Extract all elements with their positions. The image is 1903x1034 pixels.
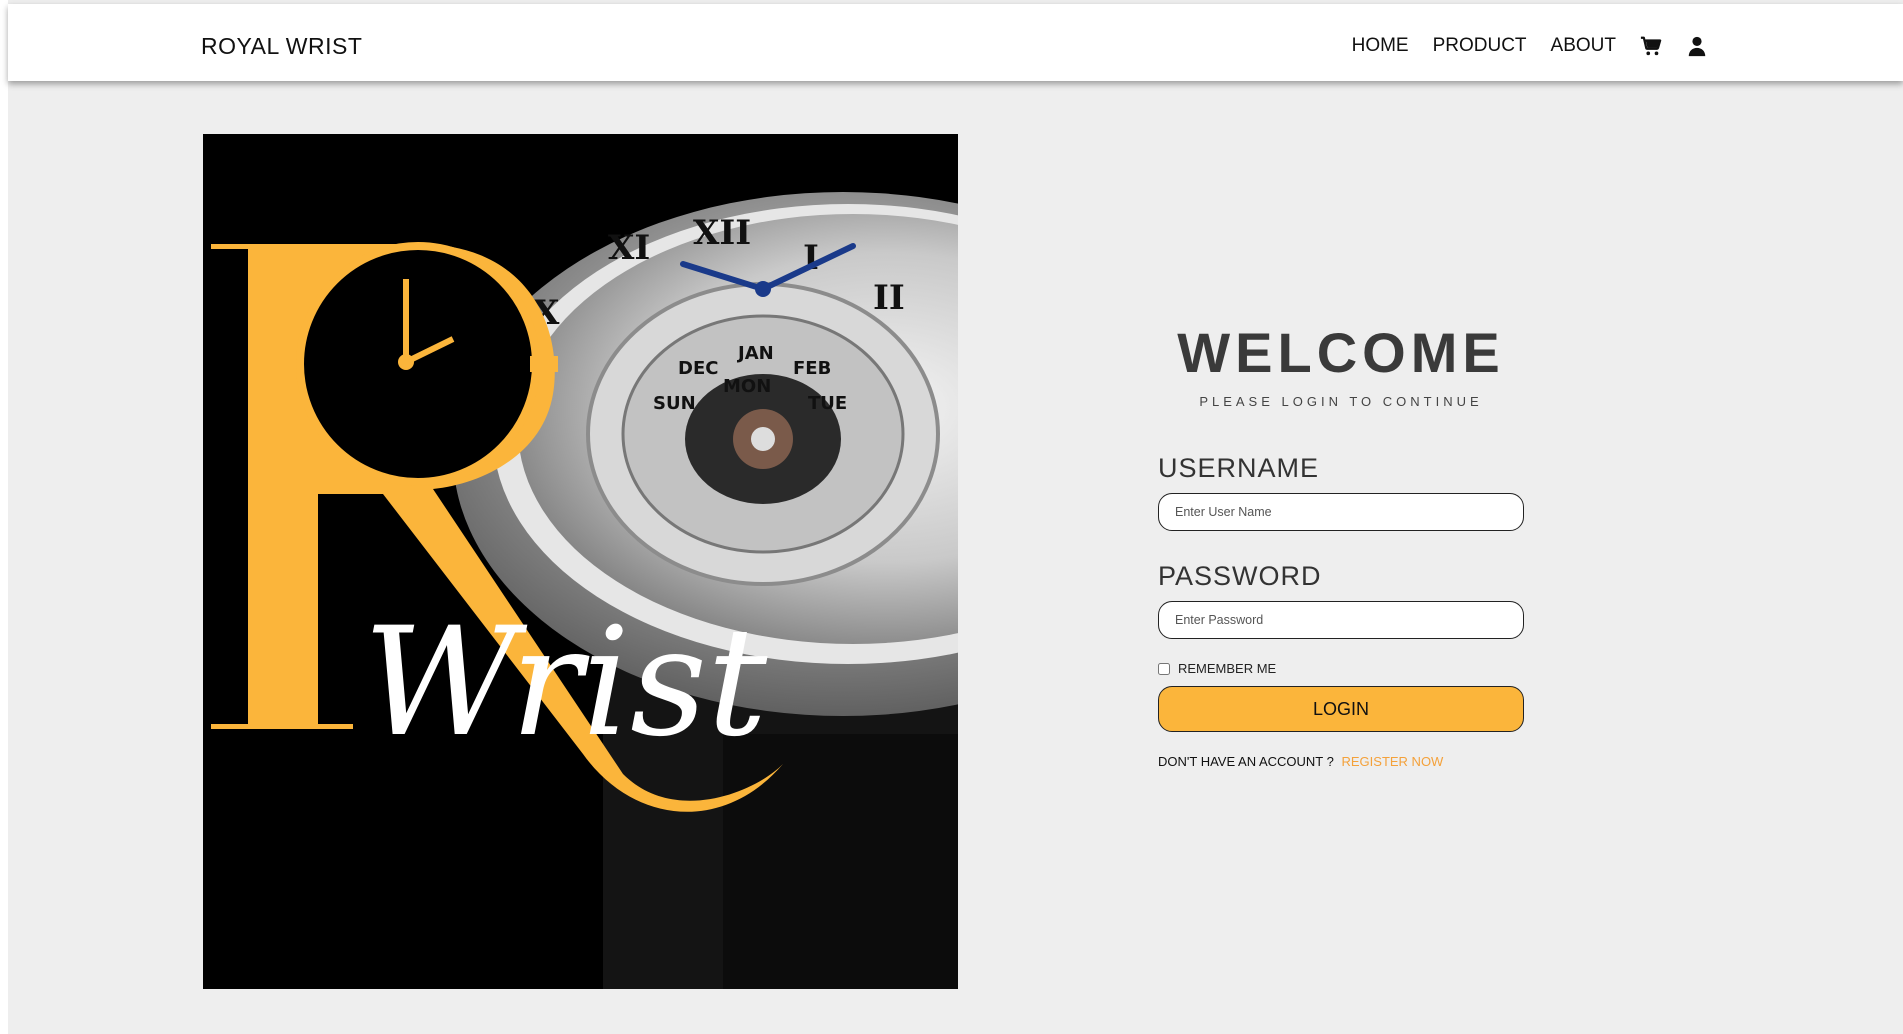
svg-text:JAN: JAN [736, 343, 774, 364]
password-input[interactable] [1158, 601, 1524, 639]
hero-image: XII XI I II X JAN FEB DEC MON TUE SUN Wr… [203, 134, 958, 989]
hero-logo-text: Wrist [363, 596, 768, 770]
remember-checkbox[interactable] [1158, 662, 1170, 675]
login-button[interactable]: LOGIN [1158, 686, 1524, 732]
svg-text:II: II [873, 278, 905, 318]
svg-text:MON: MON [723, 376, 771, 397]
brand-logo[interactable]: ROYAL WRIST [201, 33, 362, 60]
remember-me[interactable]: REMEMBER ME [1158, 661, 1524, 676]
password-label: PASSWORD [1158, 561, 1322, 591]
svg-text:SUN: SUN [653, 393, 696, 414]
username-label: USERNAME [1158, 453, 1320, 483]
svg-text:XI: XI [608, 228, 650, 268]
register-prompt: DON'T HAVE AN ACCOUNT ? REGISTER NOW [1158, 754, 1524, 769]
main-nav: HOME PRODUCT ABOUT [1352, 35, 1708, 57]
login-subtitle: PLEASE LOGIN TO CONTINUE [1199, 394, 1483, 409]
remember-label: REMEMBER ME [1178, 661, 1277, 676]
svg-text:TUE: TUE [808, 393, 847, 414]
welcome-heading: WELCOME [1177, 321, 1505, 384]
svg-text:DEC: DEC [678, 358, 718, 379]
nav-home[interactable]: HOME [1352, 35, 1409, 57]
cart-icon[interactable] [1640, 35, 1662, 57]
user-icon[interactable] [1686, 35, 1708, 57]
nav-about[interactable]: ABOUT [1551, 35, 1616, 57]
navbar: ROYAL WRIST HOME PRODUCT ABOUT [8, 4, 1903, 81]
nav-product[interactable]: PRODUCT [1433, 35, 1527, 57]
username-input[interactable] [1158, 493, 1524, 531]
svg-text:FEB: FEB [793, 358, 831, 379]
no-account-text: DON'T HAVE AN ACCOUNT ? [1158, 754, 1334, 769]
register-link[interactable]: REGISTER NOW [1341, 754, 1443, 769]
login-panel: WELCOME PLEASE LOGIN TO CONTINUE USERNAM… [1158, 320, 1524, 769]
svg-text:XII: XII [693, 213, 751, 253]
watch-logo-illustration: XII XI I II X JAN FEB DEC MON TUE SUN Wr… [203, 134, 958, 989]
